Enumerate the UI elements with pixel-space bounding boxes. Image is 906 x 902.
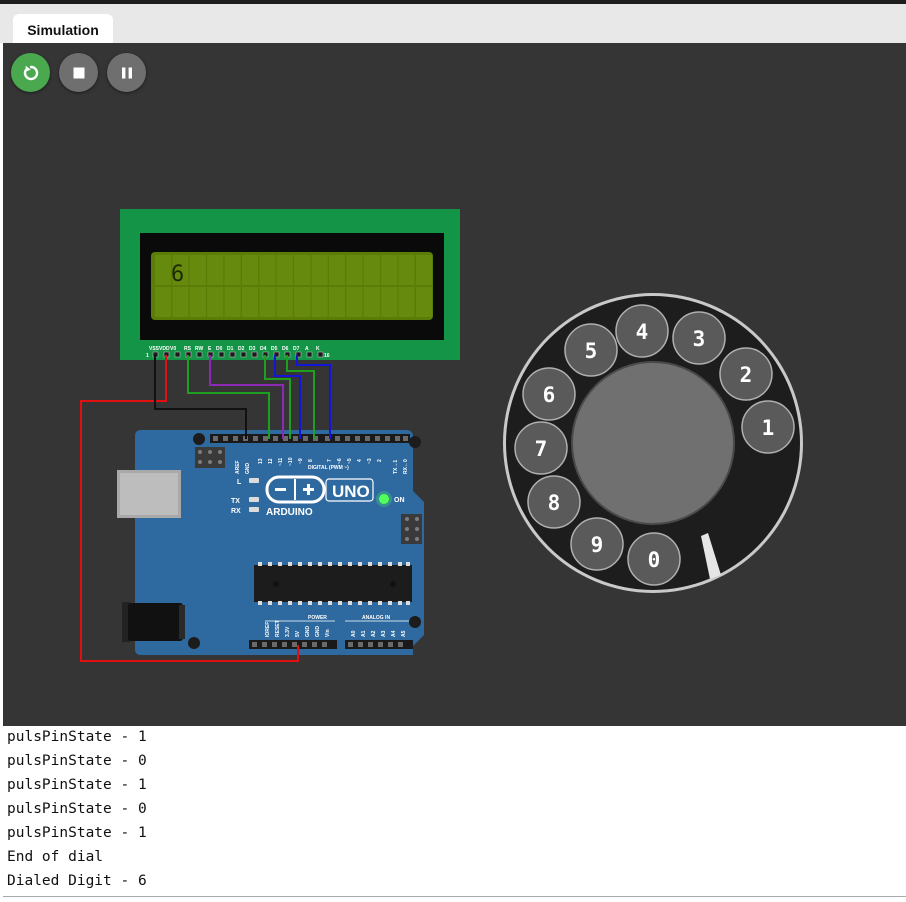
serial-monitor-bottom-border: [3, 896, 906, 897]
svg-text:D7: D7: [293, 346, 300, 352]
svg-text:D4: D4: [260, 346, 267, 352]
svg-text:V0: V0: [170, 346, 176, 352]
svg-text:RS: RS: [184, 346, 192, 352]
svg-text:GND: GND: [315, 626, 321, 638]
svg-text:IOREF: IOREF: [265, 622, 271, 637]
svg-text:D6: D6: [282, 346, 289, 352]
svg-text:~3: ~3: [367, 458, 373, 464]
svg-text:3: 3: [693, 327, 706, 351]
svg-text:D2: D2: [238, 346, 245, 352]
svg-text:A4: A4: [391, 630, 397, 637]
svg-text:D1: D1: [227, 346, 234, 352]
icsp-header-right: [401, 514, 422, 544]
wire-green-rs: [187, 355, 270, 439]
svg-text:A: A: [305, 346, 309, 352]
svg-text:1: 1: [146, 353, 149, 359]
svg-text:A3: A3: [381, 630, 387, 637]
svg-text:5V: 5V: [295, 630, 301, 637]
svg-text:0: 0: [648, 548, 661, 572]
rotary-dial[interactable]: 1 2 3 4 5 6 7 8 9 0: [503, 293, 803, 593]
console-line: pulsPinState - 1: [7, 729, 147, 745]
simulation-canvas[interactable]: 6 VSS VDD V0 RS RW E D0 D1 D2 D3 D4 D5 D…: [3, 43, 906, 726]
svg-text:4: 4: [636, 320, 649, 344]
dial-hole-2[interactable]: 2: [719, 347, 773, 401]
svg-text:RESET: RESET: [275, 620, 281, 637]
svg-text:VDD: VDD: [159, 346, 170, 352]
svg-text:ARDUINO: ARDUINO: [266, 507, 313, 518]
svg-text:A0: A0: [351, 630, 357, 637]
svg-text:7: 7: [535, 437, 548, 461]
svg-text:3.3V: 3.3V: [285, 626, 291, 637]
svg-text:A5: A5: [401, 630, 407, 637]
dial-hole-3[interactable]: 3: [672, 311, 726, 365]
digital-header[interactable]: [210, 434, 410, 443]
svg-text:D0: D0: [216, 346, 223, 352]
svg-text:GND: GND: [245, 463, 251, 475]
lcd-text: 6: [171, 262, 184, 287]
svg-text:TX: TX: [231, 498, 240, 505]
svg-text:5: 5: [585, 339, 598, 363]
svg-text:2: 2: [377, 459, 383, 462]
dial-hole-1[interactable]: 1: [741, 400, 795, 454]
svg-text:TX→1: TX→1: [393, 460, 399, 474]
svg-text:~9: ~9: [298, 458, 304, 464]
svg-text:D5: D5: [271, 346, 278, 352]
arduino-uno-board[interactable]: AREF GND 13 12 ~11 ~10 ~9 8 7 ~6 ~5 4 ~3…: [117, 430, 424, 655]
svg-text:RW: RW: [195, 346, 204, 352]
console-line: pulsPinState - 0: [7, 753, 147, 769]
dial-hole-4[interactable]: 4: [615, 304, 669, 358]
svg-text:8: 8: [548, 491, 561, 515]
svg-text:ANALOG IN: ANALOG IN: [362, 615, 390, 621]
svg-text:RX: RX: [231, 508, 241, 515]
svg-text:2: 2: [740, 363, 753, 387]
svg-text:12: 12: [268, 458, 274, 464]
console-line: pulsPinState - 1: [7, 825, 147, 841]
icsp-header-top: [195, 447, 225, 468]
svg-text:~6: ~6: [337, 458, 343, 464]
console-line: Dialed Digit - 6: [7, 873, 147, 889]
power-header[interactable]: [249, 640, 413, 649]
svg-text:~11: ~11: [278, 458, 284, 466]
svg-text:7: 7: [327, 459, 333, 462]
circuit-diagram: 6 VSS VDD V0 RS RW E D0 D1 D2 D3 D4 D5 D…: [80, 209, 803, 662]
console-line: pulsPinState - 1: [7, 777, 147, 793]
microcontroller-chip: [254, 562, 412, 605]
console-line: pulsPinState - 0: [7, 801, 147, 817]
power-jack: [128, 603, 183, 641]
dial-hole-8[interactable]: 8: [527, 475, 581, 529]
wire-black: [154, 355, 247, 439]
svg-text:L: L: [237, 479, 242, 486]
svg-text:Vin: Vin: [325, 629, 331, 637]
svg-text:6: 6: [543, 383, 556, 407]
svg-text:K: K: [316, 346, 320, 352]
svg-text:DIGITAL (PWM ~): DIGITAL (PWM ~): [308, 465, 349, 471]
svg-text:8: 8: [308, 459, 314, 462]
dial-hole-9[interactable]: 9: [570, 517, 624, 571]
dial-hole-0[interactable]: 0: [627, 532, 681, 586]
dial-hole-7[interactable]: 7: [514, 421, 568, 475]
svg-text:GND: GND: [305, 626, 311, 638]
tab-bar: Simulation: [0, 4, 906, 47]
svg-text:4: 4: [357, 459, 363, 462]
svg-text:1: 1: [762, 416, 775, 440]
svg-text:16: 16: [324, 353, 330, 359]
svg-text:UNO: UNO: [332, 482, 370, 501]
svg-text:~5: ~5: [347, 458, 353, 464]
lcd-display[interactable]: 6 VSS VDD V0 RS RW E D0 D1 D2 D3 D4 D5 D…: [120, 209, 460, 360]
svg-text:13: 13: [258, 458, 264, 464]
dial-hole-6[interactable]: 6: [522, 367, 576, 421]
svg-text:RX←0: RX←0: [403, 459, 409, 474]
svg-text:A1: A1: [361, 630, 367, 637]
dial-hole-5[interactable]: 5: [564, 323, 618, 377]
serial-monitor[interactable]: pulsPinState - 1 pulsPinState - 0 pulsPi…: [3, 726, 906, 896]
svg-text:~10: ~10: [288, 457, 294, 466]
svg-text:AREF: AREF: [235, 460, 241, 474]
svg-text:9: 9: [591, 533, 604, 557]
svg-text:POWER: POWER: [308, 615, 327, 621]
svg-text:D3: D3: [249, 346, 256, 352]
svg-text:ON: ON: [394, 497, 405, 504]
svg-text:A2: A2: [371, 630, 377, 637]
console-line: End of dial: [7, 849, 104, 865]
